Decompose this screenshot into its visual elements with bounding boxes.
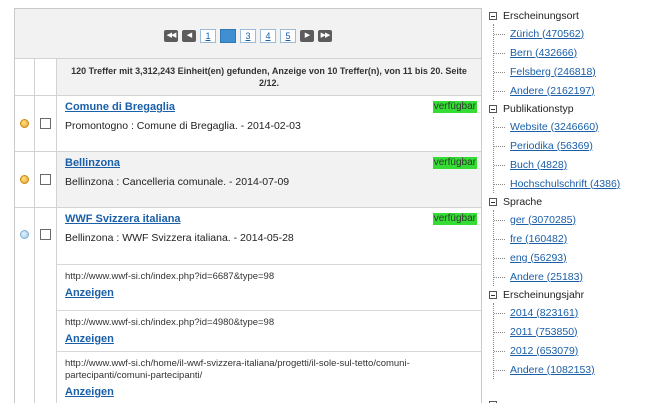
result-title-link[interactable]: WWF Svizzera italiana [65,213,473,225]
result-description: Bellinzona : WWF Svizzera italiana. - 20… [65,232,294,244]
page-4-link[interactable]: 4 [260,28,276,43]
status-bullet-icon[interactable] [20,119,29,128]
facet-option[interactable]: Website (3246660) [510,121,599,133]
facet-option[interactable]: fre (160482) [510,233,567,245]
online-link-row: http://www.wwf-si.ch/index.php?id=6687&t… [57,264,481,310]
result-row: Bellinzona verfügbar Bellinzona : Cancel… [15,152,481,208]
result-description: Bellinzona : Cancelleria comunale. - 201… [65,176,290,188]
facet-option[interactable]: Zürich (470562) [510,28,584,40]
page-1-link[interactable]: 1 [200,28,216,43]
facet-group-erscheinungsjahr: Erscheinungsjahr 2014 (823161) 2011 (753… [489,287,648,379]
results-panel: ◀◀ ◀ 1 2 3 4 5 ▶ ▶▶ 120 Treffer mit 3,31… [14,8,482,403]
result-title-link[interactable]: Bellinzona [65,157,473,169]
last-page-button[interactable]: ▶▶ [318,29,332,42]
facet-option[interactable]: Hochschulschrift (4386) [510,178,620,190]
select-checkbox[interactable] [40,118,51,129]
collapse-icon[interactable] [489,105,497,113]
result-title-link[interactable]: Comune di Bregaglia [65,101,473,113]
page-3-link[interactable]: 3 [240,28,256,43]
show-link[interactable]: Anzeigen [65,287,473,299]
select-checkbox[interactable] [40,229,51,240]
result-description: Promontogno : Comune di Bregaglia. - 201… [65,120,301,132]
select-checkbox[interactable] [40,174,51,185]
next-page-button[interactable]: ▶ [300,29,314,42]
facet-heading: Publikationstyp [503,103,574,115]
online-link-row: http://www.wwf-si.ch/index.php?id=4980&t… [57,310,481,351]
facet-option[interactable]: Andere (1082153) [510,364,595,376]
show-link[interactable]: Anzeigen [65,386,473,398]
pagination: ◀◀ ◀ 1 2 3 4 5 ▶ ▶▶ [15,9,481,59]
facet-group-erscheinungsort: Erscheinungsort Zürich (470562) Bern (43… [489,8,648,100]
results-summary-row: 120 Treffer mit 3,312,243 Einheit(en) ge… [15,59,481,96]
facet-option[interactable]: 2011 (753850) [510,326,578,338]
facet-tree: Erscheinungsort Zürich (470562) Bern (43… [489,8,648,403]
availability-badge: verfügbar [432,101,477,113]
availability-badge: verfügbar [432,213,477,225]
collapse-icon[interactable] [489,12,497,20]
page-2-current: 2 [220,28,236,43]
facet-option[interactable]: 2014 (823161) [510,307,578,319]
collapse-icon[interactable] [489,291,497,299]
facet-group-publikationstyp: Publikationstyp Website (3246660) Period… [489,101,648,193]
facet-heading: Erscheinungsjahr [503,289,585,301]
link-url: http://www.wwf-si.ch/index.php?id=6687&t… [65,271,275,282]
page-5-link[interactable]: 5 [280,28,296,43]
facet-group-sprache: Sprache ger (3070285) fre (160482) eng (… [489,194,648,286]
previous-page-button[interactable]: ◀ [182,29,196,42]
facet-option[interactable]: Felsberg (246818) [510,66,596,78]
show-link[interactable]: Anzeigen [65,333,473,345]
facet-option[interactable]: Buch (4828) [510,159,567,171]
facet-option[interactable]: Periodika (56369) [510,140,593,152]
facet-heading: Erscheinungsort [503,10,579,22]
facet-option[interactable]: Andere (25183) [510,271,583,283]
status-bullet-icon[interactable] [20,175,29,184]
facet-option[interactable]: ger (3070285) [510,214,576,226]
collapse-icon[interactable] [489,198,497,206]
link-url: http://www.wwf-si.ch/index.php?id=4980&t… [65,317,275,328]
facet-option[interactable]: Andere (2162197) [510,85,595,97]
status-bullet-icon[interactable] [20,230,29,239]
facet-option[interactable]: eng (56293) [510,252,567,264]
link-url: http://www.wwf-si.ch/home/il-wwf-svizzer… [65,358,410,381]
first-page-button[interactable]: ◀◀ [164,29,178,42]
facet-option[interactable]: 2012 (653079) [510,345,578,357]
result-row: Comune di Bregaglia verfügbar Promontogn… [15,96,481,152]
facet-heading: Sprache [503,196,543,208]
results-summary: 120 Treffer mit 3,312,243 Einheit(en) ge… [57,59,481,95]
availability-badge: verfügbar [432,157,477,169]
online-link-row: http://www.wwf-si.ch/home/il-wwf-svizzer… [57,351,481,403]
result-row: WWF Svizzera italiana verfügbar Bellinzo… [15,208,481,403]
facet-option[interactable]: Bern (432666) [510,47,577,59]
